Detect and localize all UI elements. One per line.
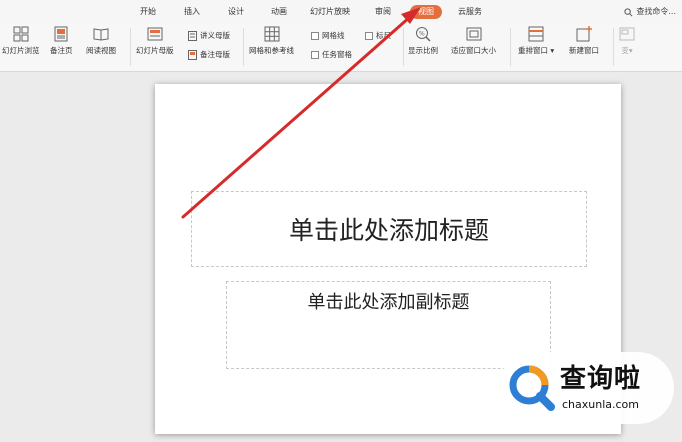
slide-browse-button[interactable]: 幻灯片浏览 <box>2 26 40 56</box>
switch-window-button[interactable]: 变▾ <box>619 26 635 56</box>
zoom-label: 显示比例 <box>408 46 438 55</box>
notes-master-button[interactable]: 备注母版 <box>188 49 230 60</box>
search-label: 查找命令... <box>636 7 676 16</box>
reading-view-button[interactable]: 阅读视图 <box>86 26 116 56</box>
gridlines-checkbox[interactable]: 网格线 <box>311 30 345 41</box>
grid-icon <box>264 26 279 42</box>
ribbon-divider <box>510 28 511 66</box>
notes-page-label: 备注页 <box>50 46 73 55</box>
svg-text:%: % <box>419 31 425 38</box>
switch-window-label: 变▾ <box>621 46 633 55</box>
notes-master-icon <box>188 49 197 60</box>
slide-browse-icon <box>13 26 29 42</box>
gridlines-check-box[interactable] <box>311 31 319 40</box>
new-window-label: 新建窗口 <box>569 46 599 55</box>
notes-page-button[interactable]: 备注页 <box>50 26 73 56</box>
task-pane-check-box[interactable] <box>311 50 319 59</box>
handout-master-label: 讲义母版 <box>200 31 230 40</box>
grid-guides-button[interactable]: 网格和参考线 <box>249 26 294 56</box>
notes-page-icon <box>54 26 68 42</box>
task-pane-checkbox[interactable]: 任务窗格 <box>311 49 352 60</box>
tab-cloud-service[interactable]: 云服务 <box>458 5 482 19</box>
arrange-window-button[interactable]: 重排窗口 ▾ <box>518 26 554 56</box>
arrange-window-label: 重排窗口 ▾ <box>518 46 555 55</box>
zoom-icon: % <box>416 27 431 42</box>
slide-browse-label: 幻灯片浏览 <box>2 46 40 55</box>
magnifier-logo-icon <box>509 365 555 411</box>
tab-insert[interactable]: 插入 <box>184 5 200 19</box>
new-window-icon <box>576 26 592 42</box>
ruler-check-box[interactable] <box>365 31 373 40</box>
ribbon-divider <box>613 28 614 66</box>
fit-window-label: 适应窗口大小 <box>451 46 496 55</box>
title-placeholder[interactable]: 单击此处添加标题 <box>191 191 587 267</box>
reading-view-label: 阅读视图 <box>86 46 116 55</box>
ruler-label: 标尺 <box>376 31 391 40</box>
tab-view[interactable]: 视图 <box>410 5 442 19</box>
ribbon-divider <box>403 28 404 66</box>
command-search[interactable]: 查找命令... <box>624 5 676 19</box>
subtitle-placeholder[interactable]: 单击此处添加副标题 <box>226 281 551 369</box>
notes-master-label: 备注母版 <box>200 50 230 59</box>
slide-master-label: 幻灯片母版 <box>136 46 174 55</box>
fit-window-button[interactable]: 适应窗口大小 <box>451 26 496 56</box>
view-ribbon: 幻灯片浏览 备注页 阅读视图 幻灯片母版 讲义母版 备注母版 网格和参考线 网格… <box>0 22 682 72</box>
tab-slideshow[interactable]: 幻灯片放映 <box>310 5 350 19</box>
handout-master-button[interactable]: 讲义母版 <box>188 30 230 41</box>
gridlines-label: 网格线 <box>322 31 345 40</box>
handout-master-icon <box>188 30 197 41</box>
watermark-url: chaxunla.com <box>562 398 639 411</box>
tab-review[interactable]: 审阅 <box>375 5 391 19</box>
arrange-window-icon <box>528 26 544 42</box>
ribbon-divider <box>130 28 131 66</box>
tab-home[interactable]: 开始 <box>140 5 156 19</box>
ribbon-divider <box>243 28 244 66</box>
slide-master-icon <box>147 27 163 41</box>
new-window-button[interactable]: 新建窗口 <box>569 26 599 56</box>
book-icon <box>93 28 109 41</box>
presentation-window: 开始 插入 设计 动画 幻灯片放映 审阅 视图 云服务 查找命令... 幻灯片浏… <box>0 0 682 442</box>
zoom-button[interactable]: % 显示比例 <box>408 26 438 56</box>
watermark-brand: 查询啦 <box>560 364 642 394</box>
grid-guides-label: 网格和参考线 <box>249 46 294 55</box>
search-icon <box>624 7 633 16</box>
slide-master-button[interactable]: 幻灯片母版 <box>136 26 174 56</box>
tab-design[interactable]: 设计 <box>228 5 244 19</box>
ribbon-tab-bar: 开始 插入 设计 动画 幻灯片放映 审阅 视图 云服务 查找命令... <box>0 0 682 22</box>
watermark-logo: 查询啦 chaxunla.com <box>498 352 674 424</box>
tab-animation[interactable]: 动画 <box>271 5 287 19</box>
fit-window-icon <box>466 27 481 41</box>
task-pane-label: 任务窗格 <box>322 50 352 59</box>
switch-window-icon <box>619 27 635 41</box>
ruler-checkbox[interactable]: 标尺 <box>365 30 391 41</box>
